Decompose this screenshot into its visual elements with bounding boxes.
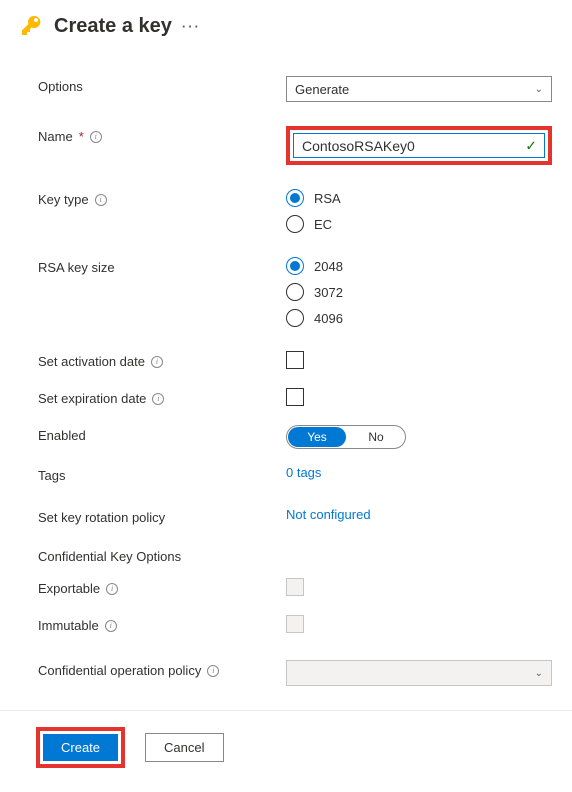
info-icon[interactable]: i [105,620,117,632]
name-input[interactable] [293,133,545,158]
label-expiration-date: Set expiration date i [38,388,286,406]
cancel-button[interactable]: Cancel [145,733,223,762]
activation-checkbox[interactable] [286,351,304,369]
chevron-down-icon: ⌄ [535,84,543,95]
toggle-yes[interactable]: Yes [288,427,346,447]
create-button-highlight: Create [36,727,125,768]
label-options: Options [38,76,286,94]
label-tags: Tags [38,465,286,483]
toggle-no[interactable]: No [347,426,405,448]
label-confidential-policy: Confidential operation policy i [38,660,286,678]
options-select[interactable]: Generate ⌄ [286,76,552,102]
info-icon[interactable]: i [207,665,219,677]
label-immutable: Immutable i [38,615,286,633]
key-icon [20,14,44,38]
label-rotation-policy: Set key rotation policy [38,507,286,525]
radio-2048[interactable]: 2048 [286,257,552,275]
info-icon[interactable]: i [90,131,102,143]
label-key-type: Key type i [38,189,286,207]
immutable-checkbox [286,615,304,633]
radio-4096[interactable]: 4096 [286,309,552,327]
info-icon[interactable]: i [106,583,118,595]
name-field-highlight: ✓ [286,126,552,165]
confidential-policy-select: ⌄ [286,660,552,686]
radio-ec[interactable]: EC [286,215,552,233]
page-title: Create a key [54,15,172,38]
create-button[interactable]: Create [43,734,118,761]
enabled-toggle[interactable]: Yes No [286,425,406,449]
section-confidential: Confidential Key Options [38,549,552,564]
rotation-link[interactable]: Not configured [286,507,371,522]
radio-rsa[interactable]: RSA [286,189,552,207]
expiration-checkbox[interactable] [286,388,304,406]
exportable-checkbox [286,578,304,596]
info-icon[interactable]: i [152,393,164,405]
label-name: Name* i [38,126,286,144]
info-icon[interactable]: i [95,194,107,206]
info-icon[interactable]: i [151,356,163,368]
label-rsa-size: RSA key size [38,257,286,275]
footer-separator [0,710,572,711]
label-enabled: Enabled [38,425,286,443]
valid-check-icon: ✓ [525,137,537,154]
radio-3072[interactable]: 3072 [286,283,552,301]
tags-link[interactable]: 0 tags [286,465,321,480]
label-exportable: Exportable i [38,578,286,596]
chevron-down-icon: ⌄ [535,668,543,679]
label-activation-date: Set activation date i [38,351,286,369]
more-menu[interactable]: ··· [182,19,201,34]
